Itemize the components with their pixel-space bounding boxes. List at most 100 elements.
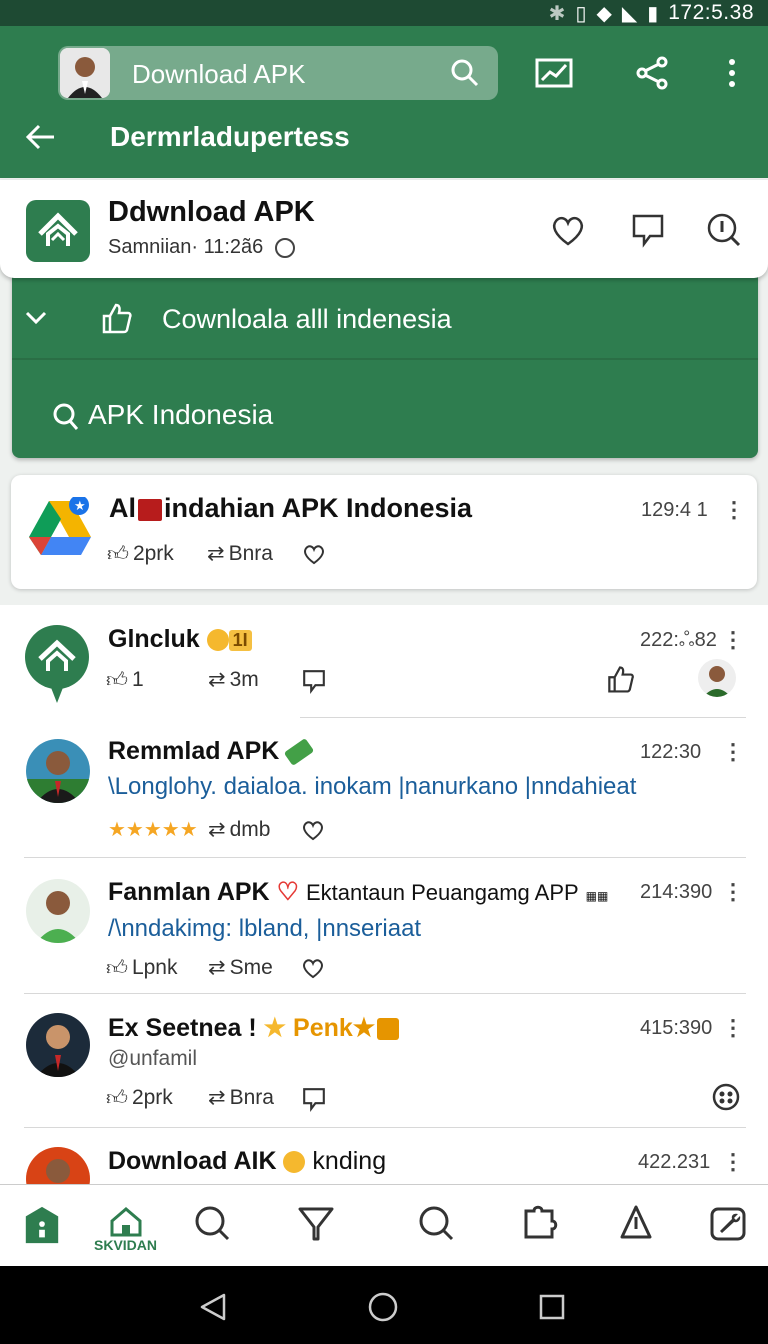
more-options-icon[interactable]: ⋮ — [723, 497, 745, 523]
search-icon[interactable] — [450, 58, 480, 88]
comment-icon[interactable] — [628, 210, 668, 250]
heart-icon[interactable] — [548, 210, 588, 250]
repost-button[interactable]: ⇄ dmb — [208, 817, 270, 842]
recents-icon[interactable] — [538, 1293, 566, 1321]
post-time: 422.231 — [638, 1151, 711, 1173]
chart-icon[interactable] — [534, 54, 574, 92]
hug-emoji-icon — [283, 1151, 306, 1174]
post-handle: @unfamil — [108, 1047, 198, 1070]
app-meta-text: Samniian· 11:2ã6 — [108, 236, 264, 258]
like-button[interactable]: 👍︎ Lpnk — [106, 955, 178, 981]
search-label: Download APK — [132, 59, 306, 89]
heart-icon[interactable] — [300, 817, 326, 843]
post-title-text: Download AIK — [108, 1147, 277, 1175]
app-bar: Download APK Dermrladupertess — [0, 26, 768, 178]
like-count: 2prk — [131, 1086, 173, 1109]
post-title: Glncluk 1I — [108, 625, 252, 654]
avatar[interactable] — [26, 1013, 90, 1077]
post-feed: Glncluk 1I 222:ஃ82 ⋮ 👍︎ 1 ⇄ 3m Remmlad APK… — [0, 605, 768, 1185]
thumbs-up-icon[interactable] — [604, 663, 636, 695]
search-icon[interactable] — [192, 1203, 232, 1243]
post-title-text: Remmlad APK — [108, 737, 280, 765]
like-count: Lpnk — [131, 956, 178, 979]
search-icon — [53, 403, 79, 430]
repost-count: Bnra — [229, 1085, 274, 1109]
heart-icon[interactable] — [301, 541, 327, 567]
app-meta: Samniian· 11:2ã6 — [108, 236, 295, 259]
info-icon[interactable] — [704, 210, 744, 250]
like-count: 1 — [131, 668, 144, 691]
wifi-icon: ◆ — [596, 2, 612, 25]
back-arrow-icon[interactable] — [24, 120, 58, 154]
search-icon[interactable] — [416, 1203, 456, 1243]
share-icon[interactable] — [632, 54, 672, 92]
avatar[interactable] — [26, 879, 90, 943]
repost-button[interactable]: ⇄ 3m — [208, 667, 259, 692]
clock-icon — [274, 237, 295, 258]
more-vert-icon[interactable] — [712, 54, 752, 92]
tools-icon[interactable] — [708, 1203, 748, 1243]
avatar[interactable] — [60, 48, 110, 98]
featured-title-rest: indahian APK Indonesia — [164, 493, 473, 523]
avatar[interactable] — [26, 1147, 90, 1185]
back-icon[interactable] — [198, 1292, 228, 1322]
play-badge-icon — [377, 1018, 400, 1041]
nav-home[interactable]: SKVIDAN — [94, 1205, 158, 1261]
post-extra: knding — [312, 1147, 387, 1175]
app-logo — [25, 625, 89, 703]
vibrate-icon: ▯ — [575, 2, 587, 25]
more-options-icon[interactable]: ⋮ — [722, 1149, 744, 1175]
featured-post-card[interactable]: ★ Al indahian APK Indonesia 129:4 1 ⋮ 👍︎ 2… — [11, 475, 757, 589]
like-button[interactable]: 👍︎ 1 — [106, 667, 144, 693]
featured-title: Al indahian APK Indonesia — [109, 493, 472, 524]
repost-icon: ⇄ — [208, 1086, 226, 1109]
back-row: Dermrladupertess — [0, 116, 768, 160]
search-bar[interactable]: Download APK — [58, 46, 498, 100]
post-time: 214:390 — [640, 881, 713, 903]
repost-button[interactable]: ⇄ Bnra — [208, 1085, 274, 1110]
chevron-down-icon[interactable] — [22, 304, 50, 332]
dropdown-row-download[interactable]: Cownloala alll indenesia — [12, 276, 758, 360]
post-title-text: Fanmlan APK — [108, 878, 270, 906]
puzzle-icon[interactable] — [520, 1203, 560, 1243]
repost-icon: ⇄ — [208, 956, 226, 979]
house-icon — [110, 1207, 142, 1237]
like-icon: 👍︎ — [106, 1087, 128, 1110]
comment-icon[interactable] — [300, 1085, 328, 1113]
emoji-icon[interactable] — [712, 1083, 740, 1111]
post-title-text: Ex Seetnea ! — [108, 1014, 257, 1042]
like-icon: 👍︎ — [107, 543, 129, 566]
post-time: 122:30 — [640, 741, 702, 763]
post-subtitle: /\nndakimg: lbland, |nnseriaat — [108, 915, 422, 942]
bluetooth-icon: ✱ — [548, 2, 566, 25]
more-options-icon[interactable]: ⋮ — [722, 739, 744, 765]
more-options-icon[interactable]: ⋮ — [722, 879, 744, 905]
repost-button[interactable]: ⇄ Bnra — [207, 541, 273, 566]
avatar[interactable] — [698, 659, 736, 697]
rating-stars: ★★★★★ — [108, 819, 198, 841]
divider — [300, 717, 746, 718]
heart-icon[interactable] — [300, 955, 326, 981]
star-emoji-icon: ★ — [263, 1014, 287, 1042]
home-icon[interactable] — [368, 1292, 398, 1322]
more-options-icon[interactable]: ⋮ — [722, 627, 744, 653]
filter-icon[interactable] — [296, 1203, 336, 1243]
featured-title-prefix: Al — [109, 493, 136, 523]
app-name: Ddwnload APK — [108, 196, 315, 228]
bottom-nav: SKVIDAN — [0, 1184, 768, 1266]
featured-time: 129:4 1 — [641, 499, 708, 521]
more-options-icon[interactable]: ⋮ — [722, 1015, 744, 1041]
alert-icon[interactable] — [616, 1203, 656, 1243]
divider — [24, 993, 746, 994]
avatar[interactable] — [26, 739, 90, 803]
home-shield-icon[interactable] — [22, 1205, 62, 1245]
repost-button[interactable]: ⇄ Sme — [208, 955, 273, 980]
comment-icon[interactable] — [300, 667, 328, 695]
like-button[interactable]: 👍︎ 2prk — [107, 541, 174, 567]
post-highlight: Penk — [293, 1014, 353, 1042]
status-time: 172:5.38 — [668, 1, 754, 24]
repost-icon: ⇄ — [207, 542, 225, 565]
repost-count: 3m — [229, 667, 259, 691]
like-button[interactable]: 👍︎ 2prk — [106, 1085, 173, 1111]
dropdown-row2-label: APK Indonesia — [88, 399, 274, 430]
